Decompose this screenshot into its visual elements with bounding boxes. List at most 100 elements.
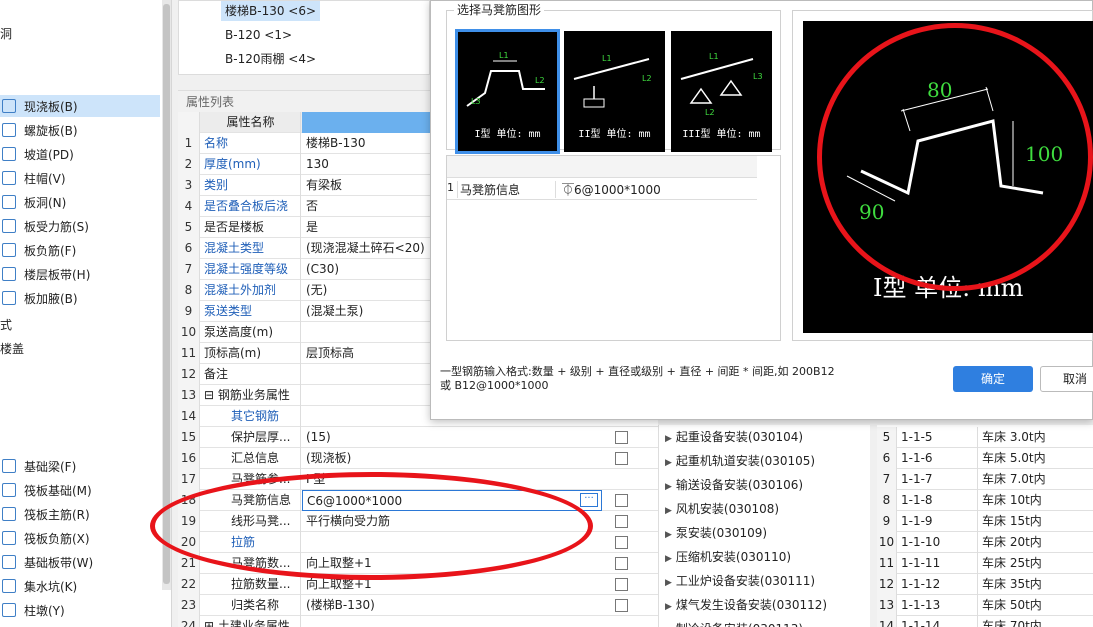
- ok-button[interactable]: 确定: [953, 366, 1033, 392]
- component-icon: [2, 219, 16, 233]
- table-row[interactable]: 10 1-1-10 车床 20t内: [877, 532, 1093, 553]
- public-checkbox[interactable]: [615, 515, 628, 528]
- info-row[interactable]: 1 马凳筋信息 ⏁6@1000*1000: [447, 178, 757, 200]
- tree-item[interactable]: 柱帽(V): [0, 167, 160, 189]
- public-checkbox[interactable]: [615, 431, 628, 444]
- public-checkbox[interactable]: [615, 578, 628, 591]
- install-category-item[interactable]: ▶ 工业炉设备安装(030111): [665, 570, 815, 592]
- tree-item[interactable]: 筏板负筋(X): [0, 527, 160, 549]
- table-row[interactable]: 7 1-1-7 车床 7.0t内: [877, 469, 1093, 490]
- shape-type-2-tile[interactable]: L1 L2 II型 单位: mm: [564, 31, 665, 152]
- quota-code: 1-1-6: [901, 451, 933, 465]
- property-row[interactable]: 23 归类名称 (楼梯B-130): [178, 595, 658, 616]
- expand-arrow-icon[interactable]: ▶: [665, 434, 672, 444]
- cancel-button[interactable]: 取消: [1040, 366, 1093, 392]
- install-category-item[interactable]: ▶ 煤气发生设备安装(030112): [665, 594, 827, 616]
- component-icon: [2, 483, 16, 497]
- info-value[interactable]: ⏁6@1000*1000: [555, 181, 661, 198]
- row-number: 11: [877, 553, 897, 574]
- row-number: 2: [178, 154, 200, 175]
- install-category-item[interactable]: ▶ 起重机轨道安装(030105): [665, 450, 815, 472]
- left-component-tree: 洞 现浇板(B) 螺旋板(B) 坡道(PD) 柱帽(V) 板洞(N) 板受力筋(S) 板负筋…: [0, 0, 172, 627]
- expand-arrow-icon[interactable]: ▶: [665, 458, 672, 468]
- left-scrollbar-thumb[interactable]: [163, 4, 170, 584]
- component-icon: [2, 123, 16, 137]
- row-number: 5: [877, 427, 897, 448]
- tree-item[interactable]: 板洞(N): [0, 191, 160, 213]
- table-row[interactable]: 5 1-1-5 车床 3.0t内: [877, 427, 1093, 448]
- property-value[interactable]: (楼梯B-130): [302, 595, 602, 616]
- row-number: 12: [178, 364, 200, 385]
- install-item-label: 风机安装(030108): [675, 502, 780, 516]
- component-item[interactable]: 楼梯B-130 <6>: [221, 1, 321, 21]
- install-category-item[interactable]: ▶ 输送设备安装(030106): [665, 474, 803, 496]
- property-row[interactable]: 15 保护层厚... (15): [178, 427, 658, 448]
- tree-item[interactable]: 柱墩(Y): [0, 599, 160, 621]
- install-category-item[interactable]: ▶ 泵安装(030109): [665, 522, 767, 544]
- public-checkbox[interactable]: [615, 557, 628, 570]
- expand-arrow-icon[interactable]: ▶: [665, 530, 672, 540]
- component-item[interactable]: B-120 <1>: [221, 25, 296, 45]
- tree-item[interactable]: 基础梁(F): [0, 455, 160, 477]
- public-checkbox[interactable]: [615, 599, 628, 612]
- tree-item-label: 柱墩(Y): [24, 603, 65, 618]
- property-row[interactable]: 24 ⊞ 土建业务属性: [178, 616, 658, 627]
- expand-arrow-icon[interactable]: ▶: [665, 482, 672, 492]
- install-category-item[interactable]: ▶ 压缩机安装(030110): [665, 546, 791, 568]
- tree-item[interactable]: 基础板带(W): [0, 551, 160, 573]
- tree-item[interactable]: 板受力筋(S): [0, 215, 160, 237]
- row-number: 24: [178, 616, 200, 627]
- shape-type-3-tile[interactable]: L1 L3 L2 III型 单位: mm: [671, 31, 772, 152]
- tree-item[interactable]: 楼层板带(H): [0, 263, 160, 285]
- expand-arrow-icon[interactable]: ▶: [665, 602, 672, 612]
- table-row[interactable]: 11 1-1-11 车床 25t内: [877, 553, 1093, 574]
- quota-desc: 车床 25t内: [977, 553, 1042, 574]
- more-button[interactable]: ···: [580, 493, 598, 507]
- public-checkbox[interactable]: [615, 536, 628, 549]
- table-row[interactable]: 8 1-1-8 车床 10t内: [877, 490, 1093, 511]
- row-number: 1: [178, 133, 200, 154]
- shape-preview: 80 100 90 I型 单位: mm: [792, 10, 1093, 341]
- tree-item[interactable]: 螺旋板(B): [0, 119, 160, 141]
- table-row[interactable]: 9 1-1-9 车床 15t内: [877, 511, 1093, 532]
- expand-arrow-icon[interactable]: ▶: [665, 554, 672, 564]
- install-item-label: 输送设备安装(030106): [675, 478, 804, 492]
- public-checkbox[interactable]: [615, 494, 628, 507]
- component-item[interactable]: B-120雨棚 <4>: [221, 49, 320, 69]
- tree-item[interactable]: 筏板基础(M): [0, 479, 160, 501]
- row-number: 15: [178, 427, 200, 448]
- tree-item[interactable]: 坡道(PD): [0, 143, 160, 165]
- property-value[interactable]: [302, 616, 602, 627]
- property-name: 其它钢筋: [201, 406, 301, 427]
- expand-arrow-icon[interactable]: ▶: [665, 578, 672, 588]
- tree-item[interactable]: 筏板主筋(R): [0, 503, 160, 525]
- tree-item[interactable]: 板加腋(B): [0, 287, 160, 309]
- tree-item[interactable]: 集水坑(K): [0, 575, 160, 597]
- header-name: 属性名称: [201, 112, 301, 133]
- install-category-item[interactable]: ▶制冷设备安装(030113): [665, 618, 803, 627]
- annotation-oval: [150, 472, 593, 580]
- property-value[interactable]: (现浇板): [302, 448, 602, 469]
- table-row[interactable]: 14 1-1-14 车床 70t内: [877, 616, 1093, 627]
- row-number: 3: [178, 175, 200, 196]
- property-row[interactable]: 16 汇总信息 (现浇板): [178, 448, 658, 469]
- tree-item-label: 板负筋(F): [24, 243, 77, 258]
- table-row[interactable]: 13 1-1-13 车床 50t内: [877, 595, 1093, 616]
- row-number: 10: [178, 322, 200, 343]
- quota-code: 1-1-13: [901, 598, 941, 612]
- property-value[interactable]: (15): [302, 427, 602, 448]
- component-icon: [2, 243, 16, 257]
- tree-item[interactable]: 板负筋(F): [0, 239, 160, 261]
- quota-desc: 车床 70t内: [977, 616, 1042, 627]
- install-category-item[interactable]: ▶ 风机安装(030108): [665, 498, 779, 520]
- property-name: ⊟ 钢筋业务属性: [201, 385, 301, 406]
- expand-arrow-icon[interactable]: ▶: [665, 506, 672, 516]
- shape-type-1-tile[interactable]: L1 L2 L3 I型 单位: mm: [455, 29, 560, 154]
- tree-item-label: 集水坑(K): [24, 579, 78, 594]
- table-row[interactable]: 6 1-1-6 车床 5.0t内: [877, 448, 1093, 469]
- tree-item[interactable]: 现浇板(B): [0, 95, 160, 117]
- install-category-item[interactable]: ▶ 起重设备安装(030104): [665, 426, 803, 448]
- public-checkbox[interactable]: [615, 452, 628, 465]
- table-row[interactable]: 12 1-1-12 车床 35t内: [877, 574, 1093, 595]
- props-panel-title: 属性列表: [178, 90, 430, 112]
